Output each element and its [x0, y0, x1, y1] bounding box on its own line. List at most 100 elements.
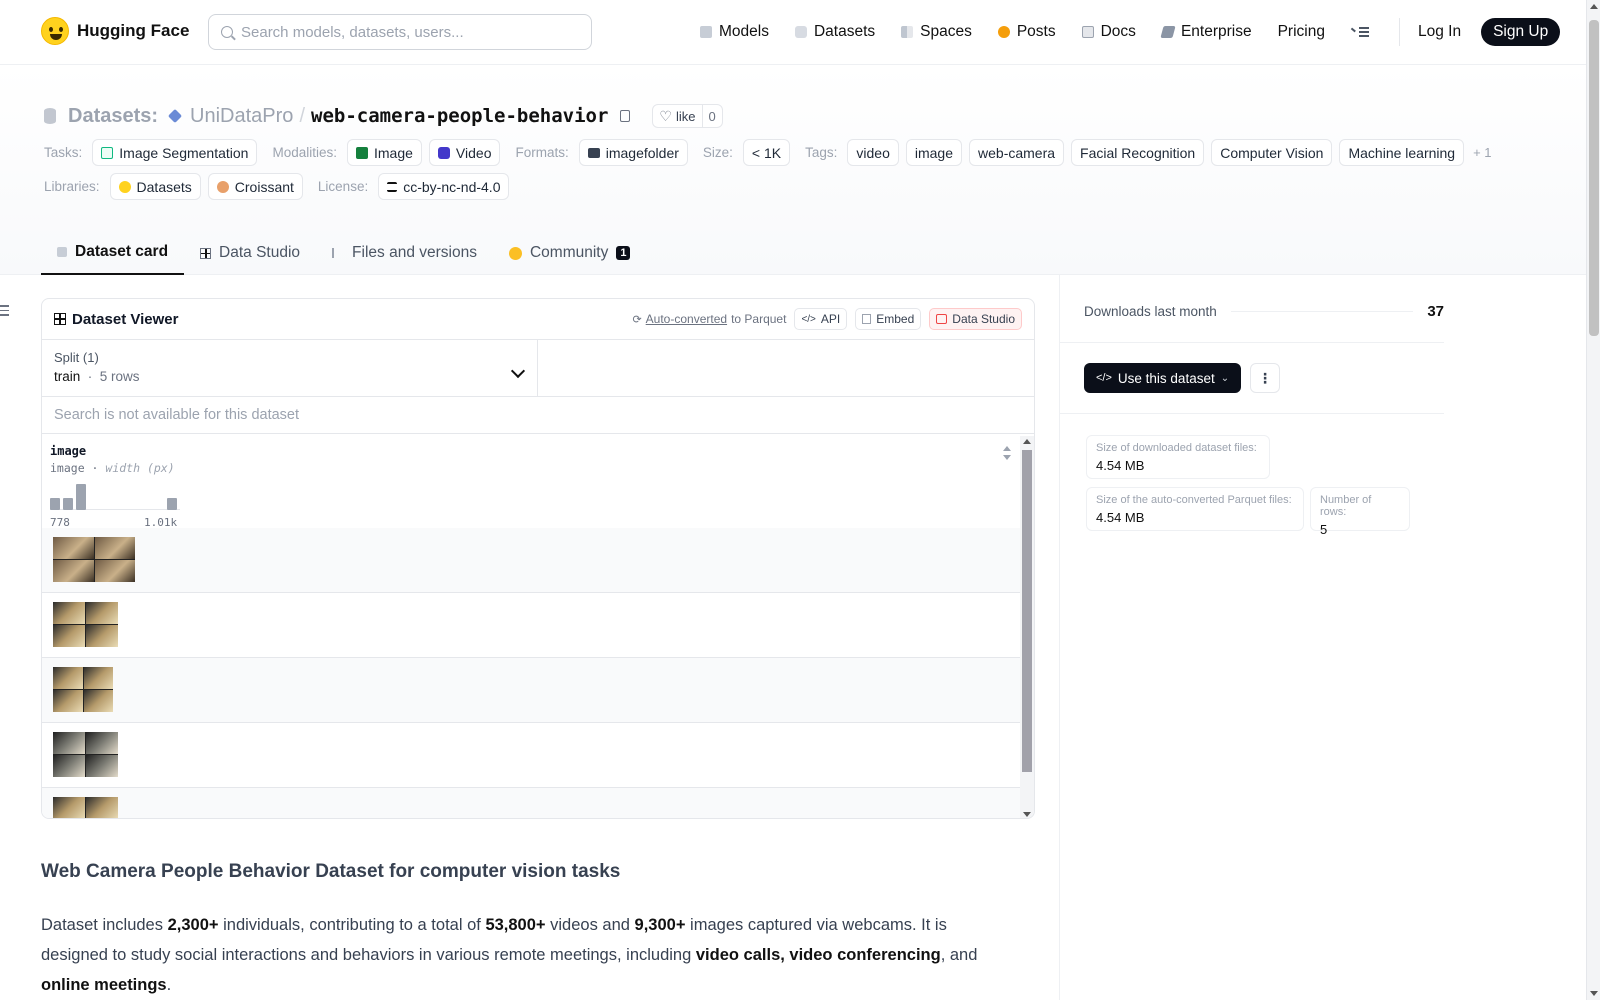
- histogram-bar[interactable]: [76, 484, 86, 510]
- text-run: Dataset includes: [41, 916, 168, 934]
- stat-label: Size of the auto-converted Parquet files…: [1096, 494, 1292, 506]
- stat-parquet-size: Size of the auto-converted Parquet files…: [1086, 487, 1304, 531]
- tag-item[interactable]: Computer Vision: [1211, 139, 1333, 166]
- crumb-org[interactable]: UniDataPro: [190, 105, 293, 128]
- database-icon: [794, 26, 807, 38]
- scrollbar-thumb[interactable]: [1589, 20, 1599, 336]
- table-row[interactable]: [42, 528, 1021, 593]
- histogram-bar[interactable]: [50, 498, 60, 510]
- embed-button[interactable]: Embed: [855, 308, 922, 330]
- viewer-scrollbar[interactable]: [1020, 436, 1034, 818]
- downloads-stat: Downloads last month 37: [1084, 303, 1444, 320]
- scroll-down-icon[interactable]: [1023, 812, 1031, 817]
- signup-button[interactable]: Sign Up: [1481, 18, 1561, 46]
- global-search[interactable]: [208, 14, 592, 50]
- tag-license[interactable]: cc-by-nc-nd-4.0: [378, 173, 510, 200]
- tag-modality-video[interactable]: Video: [428, 139, 501, 166]
- tab-data-studio-label: Data Studio: [219, 244, 301, 261]
- split-select[interactable]: Split (1) train · 5 rows: [42, 340, 538, 396]
- scrollbar-thumb[interactable]: [1022, 450, 1032, 772]
- hugging-face-logo-icon: [41, 17, 69, 45]
- heart-icon: ♡: [659, 107, 672, 124]
- crumb-type[interactable]: Datasets:: [68, 105, 158, 128]
- tag-library-croissant[interactable]: Croissant: [207, 173, 303, 200]
- tab-dataset-card-label: Dataset card: [75, 243, 169, 260]
- viewer-rows: [42, 528, 1021, 818]
- tag-item[interactable]: image: [905, 139, 963, 166]
- nav-enterprise[interactable]: Enterprise: [1160, 18, 1252, 46]
- logo-link[interactable]: Hugging Face: [41, 17, 189, 45]
- tag-row-1: Tasks: Image Segmentation Modalities: Im…: [44, 139, 1492, 166]
- posts-icon: [997, 26, 1010, 38]
- scroll-up-icon[interactable]: [1590, 4, 1598, 9]
- api-button[interactable]: </> API: [794, 308, 848, 330]
- embed-label: Embed: [876, 312, 915, 326]
- stat-value: 4.54 MB: [1096, 458, 1145, 473]
- tab-data-studio[interactable]: Data Studio: [184, 231, 316, 275]
- nav-divider: [1398, 18, 1400, 46]
- use-this-dataset-button[interactable]: </> Use this dataset ⌄: [1084, 363, 1242, 393]
- like-button[interactable]: ♡ like 0: [652, 104, 723, 128]
- nav-docs[interactable]: Docs: [1081, 18, 1136, 46]
- database-icon: [44, 108, 56, 124]
- tab-dataset-card[interactable]: Dataset card: [41, 231, 185, 275]
- toc-toggle-icon[interactable]: [0, 305, 9, 319]
- tag-item[interactable]: web-camera: [969, 139, 1065, 166]
- table-row[interactable]: [42, 593, 1021, 658]
- stat-row-count: Number of rows: 5: [1310, 487, 1410, 537]
- tag-item[interactable]: Machine learning: [1339, 139, 1465, 166]
- sort-icon[interactable]: [1003, 446, 1011, 460]
- tag-library-datasets-label: Datasets: [136, 178, 192, 195]
- more-menu-icon[interactable]: [1351, 26, 1369, 38]
- image-thumbnail[interactable]: [53, 797, 118, 818]
- nav-posts[interactable]: Posts: [997, 18, 1056, 46]
- repo-tabs: Dataset card Data Studio Files and versi…: [41, 231, 646, 275]
- login-link[interactable]: Log In: [1418, 23, 1461, 41]
- image-thumbnail[interactable]: [53, 732, 118, 777]
- tags-more[interactable]: + 1: [1473, 145, 1491, 160]
- tag-library-datasets[interactable]: Datasets: [109, 173, 201, 200]
- page-scrollbar[interactable]: [1586, 0, 1600, 1000]
- table-row[interactable]: [42, 658, 1021, 723]
- tab-files[interactable]: Files and versions: [316, 231, 493, 275]
- tag-item[interactable]: Facial Recognition: [1071, 139, 1205, 166]
- histogram-bar[interactable]: [167, 498, 177, 510]
- nav-datasets[interactable]: Datasets: [794, 18, 875, 46]
- image-thumbnail[interactable]: [53, 602, 118, 647]
- scroll-up-icon[interactable]: [1023, 439, 1031, 444]
- downloads-label: Downloads last month: [1084, 304, 1217, 319]
- nav-models[interactable]: Models: [700, 18, 769, 46]
- data-studio-icon: [936, 314, 948, 324]
- more-options-button[interactable]: ⋮: [1250, 363, 1280, 393]
- like-count: 0: [708, 108, 716, 124]
- table-row[interactable]: [42, 788, 1021, 818]
- sidebar-separator: [1059, 413, 1444, 414]
- tag-format[interactable]: imagefolder: [578, 139, 688, 166]
- nav-pricing[interactable]: Pricing: [1278, 18, 1325, 46]
- tag-task[interactable]: Image Segmentation: [92, 139, 258, 166]
- nav-spaces[interactable]: Spaces: [901, 18, 972, 46]
- tag-modality-image[interactable]: Image: [347, 139, 422, 166]
- tag-size[interactable]: < 1K: [742, 139, 791, 166]
- tag-format-label: imagefolder: [605, 144, 679, 161]
- scroll-down-icon[interactable]: [1590, 991, 1598, 996]
- dataset-name[interactable]: web-camera-people-behavior: [311, 105, 608, 127]
- segmentation-icon: [101, 146, 114, 159]
- tag-modality-image-label: Image: [374, 144, 413, 161]
- tag-item[interactable]: video: [847, 139, 899, 166]
- stat-value: 5: [1320, 522, 1328, 537]
- histogram-bar[interactable]: [63, 498, 73, 510]
- text-run: , and: [940, 946, 978, 964]
- data-studio-button[interactable]: Data Studio: [929, 308, 1022, 330]
- search-input[interactable]: [241, 23, 571, 41]
- image-thumbnail[interactable]: [53, 667, 113, 712]
- copy-icon[interactable]: [620, 110, 631, 122]
- tab-files-label: Files and versions: [352, 244, 477, 261]
- image-thumbnail[interactable]: [53, 537, 135, 582]
- auto-converted-link[interactable]: Auto-converted: [646, 312, 727, 326]
- search-icon: [221, 26, 233, 38]
- modalities-label: Modalities:: [272, 145, 337, 160]
- nav-pricing-label: Pricing: [1277, 23, 1325, 40]
- tab-community[interactable]: Community 1: [493, 231, 647, 275]
- table-row[interactable]: [42, 723, 1021, 788]
